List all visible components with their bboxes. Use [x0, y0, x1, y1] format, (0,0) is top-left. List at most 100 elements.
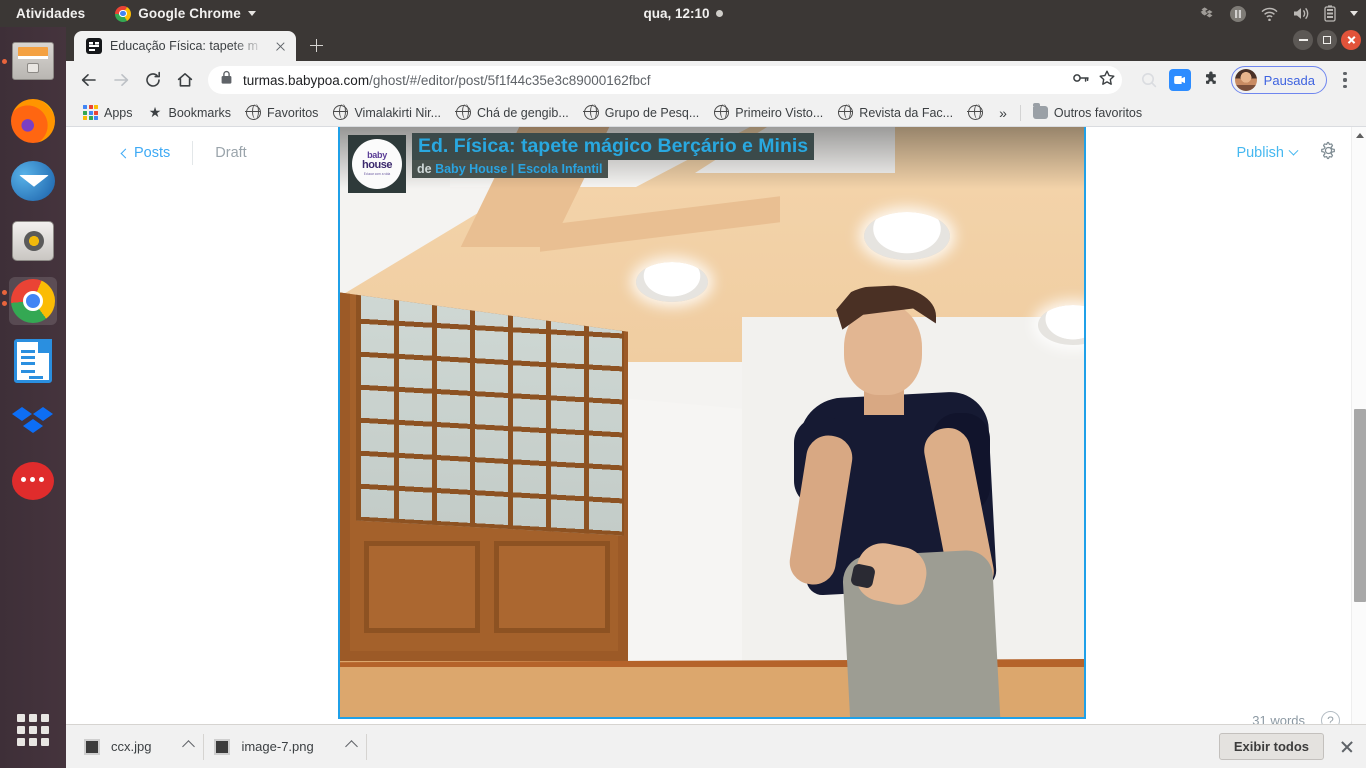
- dock-item-libreoffice-impress[interactable]: [9, 337, 57, 385]
- window-controls: [1293, 30, 1361, 50]
- bookmark-label: Favoritos: [267, 105, 319, 120]
- extensions-puzzle-icon[interactable]: [1196, 65, 1226, 95]
- bookmark-favoritos[interactable]: Favoritos: [239, 102, 325, 123]
- dock-item-rhythmbox[interactable]: [9, 217, 57, 265]
- rhythmbox-icon: [12, 221, 54, 261]
- chevron-down-icon: [1288, 145, 1299, 156]
- dock-item-chrome[interactable]: [2, 277, 57, 325]
- url-host: turmas.babypoa.com: [243, 72, 370, 88]
- video-title[interactable]: Ed. Física: tapete mágico Berçário e Min…: [412, 133, 815, 160]
- bookmark-apps[interactable]: Apps: [76, 102, 140, 123]
- bookmark-partial[interactable]: [961, 102, 990, 123]
- bookmark-star-icon[interactable]: [1098, 69, 1116, 92]
- extensions-area: Pausada: [1130, 65, 1358, 95]
- clock[interactable]: qua, 12:10: [643, 6, 709, 21]
- bookmark-vimalakirti[interactable]: Vimalakirti Nir...: [326, 102, 448, 123]
- running-indicator-dot: [2, 290, 7, 295]
- scroll-up-arrow[interactable]: [1352, 127, 1366, 143]
- chevron-up-icon[interactable]: [344, 740, 358, 753]
- activities-label: Atividades: [16, 6, 86, 21]
- app-menu-chrome[interactable]: Google Chrome: [109, 3, 262, 25]
- system-top-bar: Atividades Google Chrome qua, 12:10: [0, 0, 1366, 27]
- download-filename: ccx.jpg: [111, 739, 152, 754]
- rocketchat-icon: [12, 462, 54, 500]
- ghost-favicon-icon: [86, 38, 102, 54]
- new-tab-button[interactable]: [302, 31, 330, 59]
- video-embed-card[interactable]: baby house Educar com a vida Ed. Física:…: [338, 127, 1086, 719]
- chevron-up-icon[interactable]: [182, 740, 196, 753]
- dock-item-files[interactable]: [2, 37, 57, 85]
- tab-title: Educação Física: tapete m: [110, 39, 258, 53]
- zoom-video-icon[interactable]: [1168, 69, 1191, 91]
- address-bar[interactable]: turmas.babypoa.com/ghost/#/editor/post/5…: [208, 66, 1122, 94]
- tab-strip: Educação Física: tapete m: [66, 27, 1366, 61]
- minimize-window-button[interactable]: [1293, 30, 1313, 50]
- system-tray: [1199, 0, 1358, 27]
- close-window-button[interactable]: [1341, 30, 1361, 50]
- channel-logo-line2: house: [362, 159, 392, 172]
- folder-icon: [1032, 103, 1048, 119]
- media-pause-icon[interactable]: [1229, 5, 1247, 23]
- thunderbird-icon: [11, 161, 55, 201]
- chrome-window: Educação Física: tapete m turmas.babypoa…: [66, 27, 1366, 768]
- system-menu-caret-icon[interactable]: [1350, 11, 1358, 16]
- download-shelf: ccx.jpg image-7.png Exibir todos: [66, 724, 1366, 768]
- publish-button[interactable]: Publish: [1236, 145, 1299, 161]
- dock-item-rocketchat[interactable]: [9, 457, 57, 505]
- volume-icon[interactable]: [1292, 6, 1310, 21]
- download-filename: image-7.png: [241, 739, 314, 754]
- globe-icon: [332, 104, 349, 120]
- bookmark-bookmarks[interactable]: ★ Bookmarks: [141, 102, 239, 123]
- download-item-image7[interactable]: image-7.png: [204, 732, 365, 762]
- show-all-downloads-button[interactable]: Exibir todos: [1218, 733, 1324, 760]
- close-shelf-icon[interactable]: [1338, 738, 1356, 756]
- dock-item-thunderbird[interactable]: [9, 157, 57, 205]
- bookmark-cha-de-gengibre[interactable]: Chá de gengib...: [449, 102, 576, 123]
- battery-icon[interactable]: [1324, 5, 1336, 22]
- browser-toolbar: turmas.babypoa.com/ghost/#/editor/post/5…: [66, 61, 1366, 99]
- download-item-ccx[interactable]: ccx.jpg: [74, 732, 203, 762]
- scrollbar-thumb[interactable]: [1354, 409, 1366, 602]
- byline-author[interactable]: Baby House | Escola Infantil: [435, 162, 602, 176]
- dock-item-dropbox[interactable]: [9, 397, 57, 445]
- activities-button[interactable]: Atividades: [10, 3, 91, 24]
- back-to-posts-label: Posts: [134, 145, 171, 161]
- bookmarks-overflow-button[interactable]: »: [991, 105, 1015, 121]
- shelf-separator: [365, 733, 367, 760]
- other-bookmarks-label: Outros favoritos: [1053, 105, 1143, 120]
- ghost-editor-page: Posts Draft Publish baby house Educar co…: [66, 127, 1366, 768]
- other-bookmarks-folder[interactable]: Outros favoritos: [1026, 103, 1149, 123]
- bookmark-primeiro-visto[interactable]: Primeiro Visto...: [707, 102, 830, 123]
- dock-item-firefox[interactable]: [9, 97, 57, 145]
- bookmark-revista-da-fac[interactable]: Revista da Fac...: [831, 102, 960, 123]
- bookmark-label: Vimalakirti Nir...: [354, 105, 442, 120]
- page-scrollbar[interactable]: [1351, 127, 1366, 768]
- dropbox-icon: [12, 402, 54, 440]
- gear-icon[interactable]: [1319, 141, 1338, 165]
- back-button[interactable]: [74, 65, 104, 95]
- show-applications-button[interactable]: [9, 706, 57, 754]
- forward-button[interactable]: [106, 65, 136, 95]
- channel-avatar[interactable]: baby house Educar com a vida: [348, 135, 406, 193]
- profile-button[interactable]: Pausada: [1230, 66, 1327, 94]
- back-to-posts-link[interactable]: Posts: [120, 145, 171, 161]
- home-button[interactable]: [170, 65, 200, 95]
- secure-lock-icon[interactable]: [220, 70, 233, 90]
- libreoffice-impress-icon: [14, 339, 52, 383]
- file-thumbnail-icon: [84, 738, 100, 755]
- globe-icon: [713, 104, 730, 120]
- browser-tab-active[interactable]: Educação Física: tapete m: [74, 31, 296, 61]
- bookmark-grupo-de-pesquisa[interactable]: Grupo de Pesq...: [577, 102, 707, 123]
- publish-label: Publish: [1236, 145, 1284, 161]
- ubuntu-launcher-dock: [0, 27, 66, 768]
- maximize-window-button[interactable]: [1317, 30, 1337, 50]
- reload-button[interactable]: [138, 65, 168, 95]
- bookmark-label: Primeiro Visto...: [735, 105, 824, 120]
- wifi-icon[interactable]: [1261, 7, 1278, 21]
- password-key-icon[interactable]: [1072, 69, 1090, 92]
- files-icon: [12, 42, 54, 80]
- dropbox-icon[interactable]: [1199, 6, 1215, 22]
- close-tab-icon[interactable]: [272, 38, 288, 54]
- video-byline: de Baby House | Escola Infantil: [412, 160, 608, 178]
- chrome-menu-button[interactable]: [1332, 65, 1358, 95]
